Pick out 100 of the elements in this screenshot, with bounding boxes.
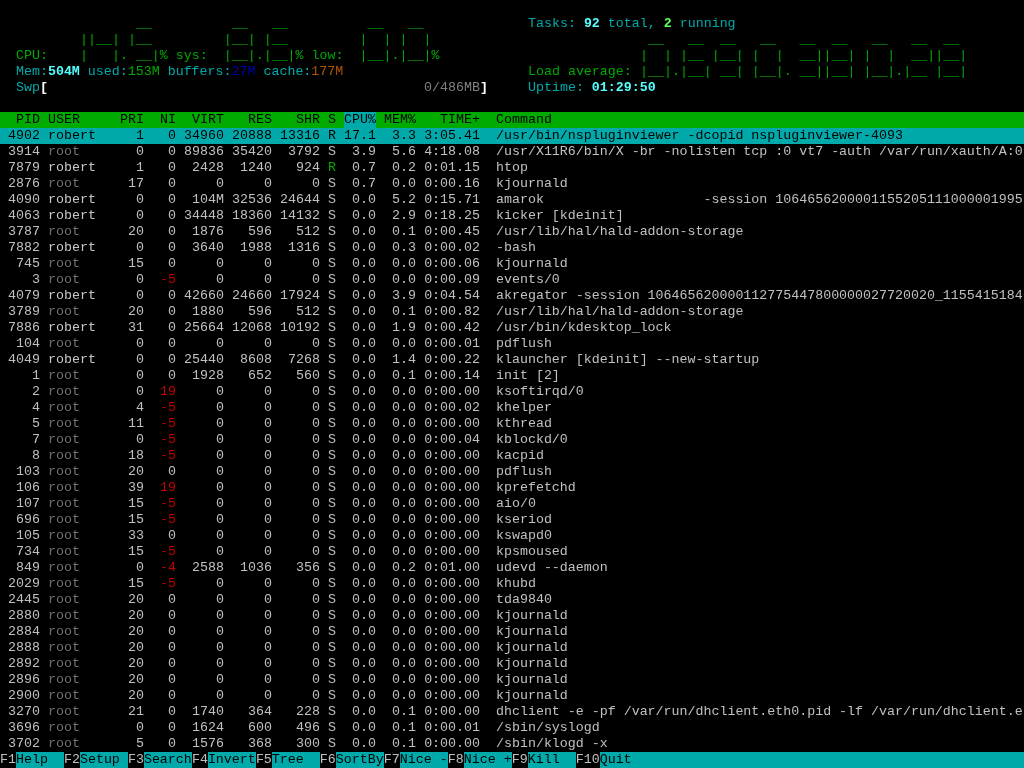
table-cell: S: [328, 640, 336, 656]
table-cell-text: 7879: [7, 160, 40, 176]
table-cell-text: -5: [159, 544, 176, 560]
table-cell-text: 21: [127, 704, 144, 720]
process-row[interactable]: 2445 root 20 0 0 0 0 S 0.0 0.0 0:00.00 tda9840: [0, 592, 1024, 608]
table-cell: aio/0: [496, 496, 536, 512]
column-header[interactable]: PRI: [120, 112, 144, 128]
table-cell-text: 0.0: [391, 272, 416, 288]
table-cell: S: [328, 560, 336, 576]
process-row[interactable]: 4049 robert 0 0 25440 8608 7268 S 0.0 1.4 0:00.22 klauncher [kdeinit] --new-startup: [0, 352, 1024, 368]
table-cell-text: 0: [215, 384, 224, 400]
table-cell-text: 0.0: [351, 544, 376, 560]
process-row[interactable]: 105 root 33 0 0 0 0 S 0.0 0.0 0:00.00 kswapd0: [0, 528, 1024, 544]
table-cell-text: 0: [167, 528, 176, 544]
table-cell-text: root: [48, 464, 81, 480]
process-row[interactable]: 3787 root 20 0 1876 596 512 S 0.0 0.1 0:00.45 /usr/lib/hal/hald-addon-storage: [0, 224, 1024, 240]
memory-label: cache:: [263, 64, 312, 80]
table-cell-text: 20: [127, 304, 144, 320]
table-cell: 0:00.02: [424, 240, 480, 256]
table-cell-text: 15: [127, 496, 144, 512]
process-row[interactable]: 4090 robert 0 0 104M 32536 24644 S 0.0 5.2 0:15.71 amarok -session 1064656200001155205111000001995: [0, 192, 1024, 208]
column-header[interactable]: TIME+: [424, 112, 480, 128]
table-cell-text: 3702: [7, 736, 40, 752]
process-row[interactable]: 2880 root 20 0 0 0 0 S 0.0 0.0 0:00.00 kjournald: [0, 608, 1024, 624]
column-header[interactable]: USER: [48, 112, 120, 128]
process-row[interactable]: 4063 robert 0 0 34448 18360 14132 S 0.0 2.9 0:18.25 kicker [kdeinit]: [0, 208, 1024, 224]
table-cell-text: 15: [127, 256, 144, 272]
process-row[interactable]: 2888 root 20 0 0 0 0 S 0.0 0.0 0:00.00 kjournald: [0, 640, 1024, 656]
column-header[interactable]: NI: [152, 112, 176, 128]
table-cell-text: 1.4: [391, 352, 416, 368]
process-row[interactable]: 2892 root 20 0 0 0 0 S 0.0 0.0 0:00.00 kjournald: [0, 656, 1024, 672]
table-cell: 0:00.00: [424, 672, 480, 688]
table-cell-text: 0: [135, 240, 144, 256]
table-cell-text: 0.0: [391, 528, 416, 544]
process-row[interactable]: 7 root 0 -5 0 0 0 S 0.0 0.0 0:00.04 kblockd/0: [0, 432, 1024, 448]
table-cell-text: 7886: [7, 320, 40, 336]
table-cell-text: 1316: [287, 240, 320, 256]
process-row[interactable]: 103 root 20 0 0 0 0 S 0.0 0.0 0:00.00 pdflush: [0, 464, 1024, 480]
process-row[interactable]: 8 root 18 -5 0 0 0 S 0.0 0.0 0:00.00 kacpid: [0, 448, 1024, 464]
table-cell-text: 0: [311, 528, 320, 544]
table-cell-text: 2888: [7, 640, 40, 656]
process-row[interactable]: 3789 root 20 0 1880 596 512 S 0.0 0.1 0:00.82 /usr/lib/hal/hald-addon-storage: [0, 304, 1024, 320]
column-header[interactable]: MEM%: [384, 112, 416, 128]
process-row[interactable]: 2900 root 20 0 0 0 0 S 0.0 0.0 0:00.00 kjournald: [0, 688, 1024, 704]
table-cell-text: 33: [127, 528, 144, 544]
process-row[interactable]: 734 root 15 -5 0 0 0 S 0.0 0.0 0:00.00 kpsmoused: [0, 544, 1024, 560]
table-cell-text: 0: [311, 640, 320, 656]
table-cell-text: 3270: [7, 704, 40, 720]
process-row[interactable]: 3 root 0 -5 0 0 0 S 0.0 0.0 0:00.09 events/0: [0, 272, 1024, 288]
column-header[interactable]: Command: [496, 112, 552, 128]
table-cell: /usr/X11R6/bin/X -br -nolisten tcp :0 vt7 -auth /var/run/xauth/A:0: [496, 144, 1023, 160]
process-row[interactable]: 7886 robert 31 0 25664 12068 10192 S 0.0 1.9 0:00.42 /usr/bin/kdesktop_lock: [0, 320, 1024, 336]
process-row[interactable]: 2896 root 20 0 0 0 0 S 0.0 0.0 0:00.00 kjournald: [0, 672, 1024, 688]
process-row[interactable]: 104 root 0 0 0 0 0 S 0.0 0.0 0:00.01 pdflush: [0, 336, 1024, 352]
process-row[interactable]: 2 root 0 19 0 0 0 S 0.0 0.0 0:00.00 ksoftirqd/0: [0, 384, 1024, 400]
process-row[interactable]: 3914 root 0 0 89836 35420 3792 S 3.9 5.6 4:18.08 /usr/X11R6/bin/X -br -nolisten tcp :0 vt7 -auth /var/run/xauth/A:0: [0, 144, 1024, 160]
table-cell: 0:01.15: [424, 160, 480, 176]
process-row[interactable]: 7882 robert 0 0 3640 1988 1316 S 0.0 0.3 0:00.02 -bash: [0, 240, 1024, 256]
table-cell-text: 0.0: [351, 496, 376, 512]
process-row[interactable]: 2884 root 20 0 0 0 0 S 0.0 0.0 0:00.00 kjournald: [0, 624, 1024, 640]
process-row[interactable]: 106 root 39 19 0 0 0 S 0.0 0.0 0:00.00 kprefetchd: [0, 480, 1024, 496]
table-cell-text: 0: [263, 384, 272, 400]
table-cell: 0:00.00: [424, 512, 480, 528]
process-row[interactable]: 4902 robert 1 0 34960 20888 13316 R 17.1 3.3 3:05.41 /usr/bin/nspluginviewer -dcopid nspluginviewer-4093: [0, 128, 1024, 144]
process-row[interactable]: 4 root 4 -5 0 0 0 S 0.0 0.0 0:00.02 khelper: [0, 400, 1024, 416]
table-cell-text: root: [48, 416, 81, 432]
table-cell-text: 364: [247, 704, 272, 720]
table-cell-text: 0: [263, 432, 272, 448]
column-header[interactable]: RES: [232, 112, 272, 128]
process-row[interactable]: 745 root 15 0 0 0 0 S 0.0 0.0 0:00.06 kjournald: [0, 256, 1024, 272]
process-row[interactable]: 2029 root 15 -5 0 0 0 S 0.0 0.0 0:00.00 khubd: [0, 576, 1024, 592]
tasks-label: total,: [607, 16, 656, 32]
process-row[interactable]: 3696 root 0 0 1624 600 496 S 0.0 0.1 0:00.01 /sbin/syslogd: [0, 720, 1024, 736]
table-cell-text: 20: [127, 672, 144, 688]
column-header[interactable]: CPU%: [344, 112, 376, 128]
table-cell-text: root: [48, 384, 81, 400]
table-cell-text: 4063: [7, 208, 40, 224]
process-row[interactable]: 3270 root 21 0 1740 364 228 S 0.0 0.1 0:00.00 dhclient -e -pf /var/run/dhclient.eth0.pid -lf /var/run/dhclient.e: [0, 704, 1024, 720]
process-row[interactable]: 7879 robert 1 0 2428 1240 924 R 0.7 0.2 0:01.15 htop: [0, 160, 1024, 176]
column-header[interactable]: VIRT: [184, 112, 224, 128]
process-row[interactable]: 849 root 0 -4 2588 1036 356 S 0.0 0.2 0:01.00 udevd --daemon: [0, 560, 1024, 576]
table-cell-text: 0.0: [351, 432, 376, 448]
column-header[interactable]: S: [328, 112, 336, 128]
process-row[interactable]: 1 root 0 0 1928 652 560 S 0.0 0.1 0:00.14 init [2]: [0, 368, 1024, 384]
process-row[interactable]: 107 root 15 -5 0 0 0 S 0.0 0.0 0:00.00 aio/0: [0, 496, 1024, 512]
process-row[interactable]: 4079 robert 0 0 42660 24660 17924 S 0.0 3.9 0:04.54 akregator -session 106465620000112775447800000027720020_1155415184: [0, 288, 1024, 304]
table-cell-text: 0.0: [351, 640, 376, 656]
table-cell-text: 1876: [191, 224, 224, 240]
table-cell: 0:15.71: [424, 192, 480, 208]
process-row[interactable]: 5 root 11 -5 0 0 0 S 0.0 0.0 0:00.00 kthread: [0, 416, 1024, 432]
process-row[interactable]: 3702 root 5 0 1576 368 300 S 0.0 0.1 0:00.00 /sbin/klogd -x: [0, 736, 1024, 752]
meter-bracket: [: [39, 80, 48, 96]
table-cell-text: 18: [127, 448, 144, 464]
process-row[interactable]: 2876 root 17 0 0 0 0 S 0.7 0.0 0:00.16 kjournald: [0, 176, 1024, 192]
table-cell: S: [328, 176, 336, 192]
table-cell: 0:00.22: [424, 352, 480, 368]
column-header[interactable]: SHR: [280, 112, 320, 128]
column-header[interactable]: PID: [0, 112, 40, 128]
table-cell-text: 0.1: [391, 368, 416, 384]
process-row[interactable]: 696 root 15 -5 0 0 0 S 0.0 0.0 0:00.00 kseriod: [0, 512, 1024, 528]
